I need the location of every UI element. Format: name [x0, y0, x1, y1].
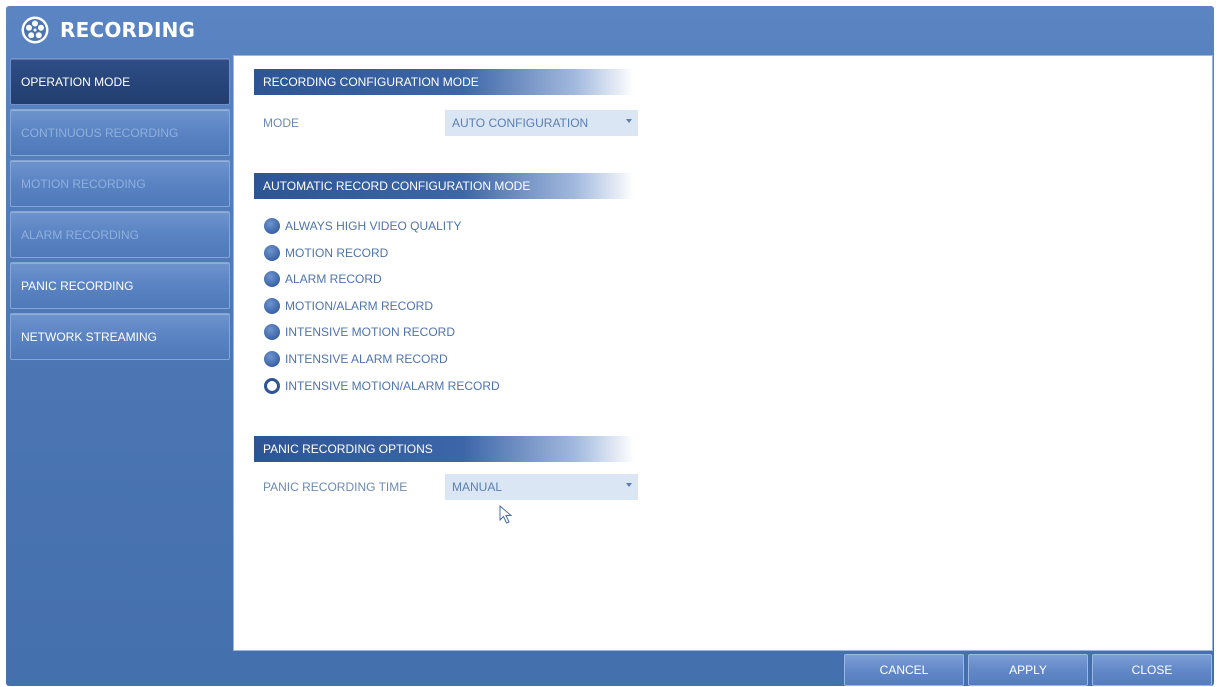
section-header-automatic: AUTOMATIC RECORD CONFIGURATION MODE — [254, 173, 634, 199]
radio-label: ALARM RECORD — [285, 272, 382, 286]
panic-recording-time-label: PANIC RECORDING TIME — [263, 480, 408, 494]
radio-button-icon[interactable] — [264, 218, 280, 234]
section-header-configuration: RECORDING CONFIGURATION MODE — [254, 69, 634, 95]
content-panel: RECORDING CONFIGURATION MODE MODE AUTO C… — [233, 55, 1213, 651]
radio-option-intensive-alarm-record[interactable]: INTENSIVE ALARM RECORD — [264, 350, 448, 368]
radio-option-motion-alarm-record[interactable]: MOTION/ALARM RECORD — [264, 297, 433, 315]
sidebar-item-label: PANIC RECORDING — [21, 278, 134, 293]
radio-option-intensive-motion-record[interactable]: INTENSIVE MOTION RECORD — [264, 323, 455, 341]
mode-dropdown[interactable]: AUTO CONFIGURATION — [445, 110, 638, 136]
panic-dropdown-value: MANUAL — [452, 480, 503, 494]
radio-option-always-high-quality[interactable]: ALWAYS HIGH VIDEO QUALITY — [264, 217, 461, 235]
apply-button[interactable]: APPLY — [968, 654, 1088, 686]
window-title: RECORDING — [60, 18, 196, 42]
radio-button-icon[interactable] — [264, 298, 280, 314]
radio-button-icon[interactable] — [264, 245, 280, 261]
radio-button-selected-icon[interactable] — [264, 378, 280, 394]
sidebar-item-motion-recording[interactable]: MOTION RECORDING — [10, 160, 230, 207]
radio-button-icon[interactable] — [264, 324, 280, 340]
radio-option-alarm-record[interactable]: ALARM RECORD — [264, 270, 382, 288]
sidebar-item-alarm-recording[interactable]: ALARM RECORDING — [10, 211, 230, 258]
sidebar-item-label: NETWORK STREAMING — [21, 329, 158, 344]
radio-label: ALWAYS HIGH VIDEO QUALITY — [285, 219, 462, 233]
radio-label: INTENSIVE MOTION RECORD — [285, 325, 456, 339]
sidebar: OPERATION MODE CONTINUOUS RECORDING MOTI… — [10, 58, 230, 364]
close-button[interactable]: CLOSE — [1092, 654, 1212, 686]
radio-button-icon[interactable] — [264, 351, 280, 367]
radio-option-motion-record[interactable]: MOTION RECORD — [264, 244, 388, 262]
sidebar-item-network-streaming[interactable]: NETWORK STREAMING — [10, 313, 230, 360]
mode-dropdown-value: AUTO CONFIGURATION — [452, 116, 589, 130]
sidebar-item-label: CONTINUOUS RECORDING — [21, 125, 179, 140]
mouse-pointer-icon — [499, 505, 513, 524]
radio-button-icon[interactable] — [264, 271, 280, 287]
radio-label: MOTION/ALARM RECORD — [285, 299, 434, 313]
radio-label: MOTION RECORD — [285, 246, 389, 260]
sidebar-item-continuous-recording[interactable]: CONTINUOUS RECORDING — [10, 109, 230, 156]
chevron-down-icon — [626, 483, 632, 487]
radio-label: INTENSIVE ALARM RECORD — [285, 352, 448, 366]
sidebar-item-panic-recording[interactable]: PANIC RECORDING — [10, 262, 230, 309]
radio-label: INTENSIVE MOTION/ALARM RECORD — [285, 379, 500, 393]
recording-window: RECORDING OPERATION MODE CONTINUOUS RECO… — [6, 6, 1214, 686]
mode-label: MODE — [263, 116, 299, 130]
chevron-down-icon — [626, 119, 632, 123]
cancel-button[interactable]: CANCEL — [844, 654, 964, 686]
sidebar-item-operation-mode[interactable]: OPERATION MODE — [10, 58, 230, 105]
section-header-panic: PANIC RECORDING OPTIONS — [254, 436, 634, 462]
sidebar-item-label: MOTION RECORDING — [21, 176, 146, 191]
radio-option-intensive-motion-alarm-record[interactable]: INTENSIVE MOTION/ALARM RECORD — [264, 377, 500, 395]
panic-recording-time-dropdown[interactable]: MANUAL — [445, 474, 638, 500]
title-bar: RECORDING — [6, 6, 1214, 54]
sidebar-item-label: ALARM RECORDING — [21, 227, 140, 242]
sidebar-item-label: OPERATION MODE — [21, 74, 131, 89]
film-reel-icon — [21, 16, 49, 44]
